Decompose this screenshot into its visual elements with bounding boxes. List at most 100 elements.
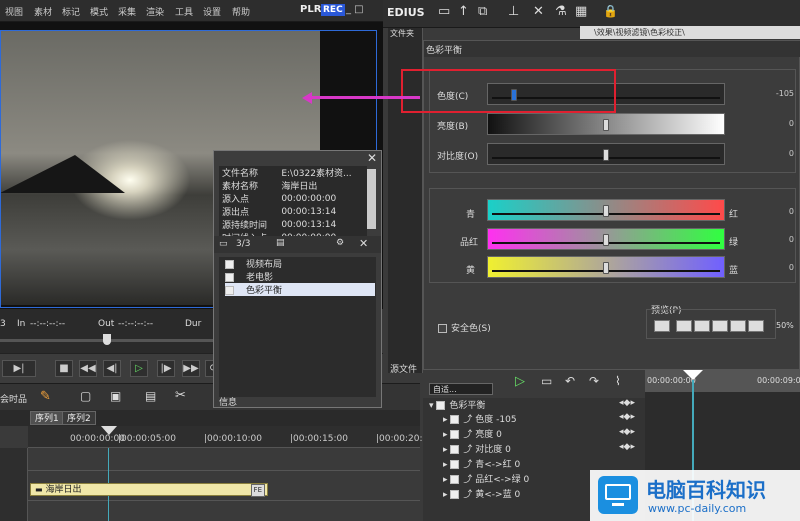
open-icon[interactable]: ▣ (110, 389, 121, 403)
folder-icon[interactable]: ▭ (438, 4, 450, 19)
up-icon[interactable]: ↑ (458, 4, 469, 19)
fx-item-color-balance[interactable]: 色彩平衡 (225, 283, 375, 296)
menu-clip[interactable]: 素材 (34, 5, 52, 18)
contrast-value[interactable]: 0 (754, 149, 794, 158)
delete-icon[interactable]: ✕ (533, 4, 544, 19)
preview-mode-button[interactable] (748, 320, 764, 332)
line-icon[interactable]: ⊥ (508, 4, 519, 19)
stop-button[interactable]: ■ (55, 360, 73, 377)
contrast-slider[interactable] (487, 143, 725, 165)
graph-icon[interactable]: ⌇ (615, 374, 621, 388)
lock-icon[interactable]: 🔒 (603, 4, 618, 18)
bin-label: 文件夹 (390, 29, 414, 38)
play-icon[interactable]: ▷ (515, 374, 525, 389)
fx-param-row[interactable]: ▸ ⤴ 对比度 0 ◂◆▸ (443, 442, 639, 457)
chroma-value[interactable]: -105 (754, 89, 794, 98)
checkbox[interactable] (438, 324, 447, 333)
step-forward-button[interactable]: |▶ (157, 360, 175, 377)
window-controls[interactable]: _ □ (346, 4, 364, 15)
fx-tree-root[interactable]: ▾ 色彩平衡 ◂◆▸ (429, 398, 639, 413)
rec-button[interactable]: REC (321, 4, 345, 16)
fx-dropdown[interactable]: 自适... (429, 383, 493, 395)
ruler-tick: 00:00:09:0 (757, 376, 800, 385)
checkbox[interactable] (450, 445, 460, 454)
preview-mode-button[interactable] (730, 320, 746, 332)
menu-mode[interactable]: 模式 (90, 5, 108, 18)
effect-icon[interactable]: ⚗ (555, 4, 567, 19)
brightness-slider[interactable] (487, 113, 725, 135)
param-name: 色度 (475, 415, 494, 425)
keyframe-nav[interactable]: ◂◆▸ (619, 398, 635, 408)
undo-icon[interactable]: ↶ (565, 374, 575, 388)
list-icon[interactable]: ▦ (575, 4, 587, 19)
cut-icon[interactable]: ✂ (175, 388, 186, 403)
menu-help[interactable]: 帮助 (232, 5, 250, 18)
info-scrollbar[interactable] (367, 169, 376, 229)
magenta-green-value[interactable]: 0 (754, 235, 794, 244)
keyframe-nav[interactable]: ◂◆▸ (619, 427, 635, 437)
link-icon[interactable]: ⚙ (336, 238, 344, 248)
effect-icon[interactable]: ✎ (40, 389, 51, 404)
fx-item-video-layout[interactable]: 视频布局 (225, 257, 375, 270)
rewind-button[interactable]: ◀◀ (79, 360, 97, 377)
source-label[interactable]: 源文件 (390, 362, 417, 375)
param-value: 0 (523, 475, 530, 485)
fx-param-row[interactable]: ▸ ⤴ 亮度 0 ◂◆▸ (443, 427, 639, 442)
redo-icon[interactable]: ↷ (589, 374, 599, 388)
tab-sequence-1[interactable]: 序列1 (30, 411, 64, 425)
cyan-red-slider[interactable] (487, 199, 725, 221)
checkbox[interactable] (225, 273, 234, 282)
checkbox[interactable] (225, 286, 234, 295)
menu-settings[interactable]: 设置 (203, 5, 221, 18)
timeline-clip[interactable]: ▬ 海岸日出 FE (30, 483, 268, 497)
playhead-marker[interactable] (101, 426, 117, 435)
preview-mode-button[interactable] (712, 320, 728, 332)
fx-item-old-film[interactable]: 老电影 (225, 270, 375, 283)
play-mode-button[interactable]: ▶| (2, 360, 36, 377)
step-back-button[interactable]: ◀| (103, 360, 121, 377)
param-name: 对比度 (475, 445, 503, 455)
watermark-title: 电脑百科知识 (646, 478, 766, 502)
yellow-blue-slider[interactable] (487, 256, 725, 278)
rock-silhouette (0, 155, 125, 193)
keyframe-nav[interactable]: ◂◆▸ (619, 412, 635, 422)
monitor-icon[interactable]: ▭ (541, 374, 552, 388)
save-icon[interactable]: ▤ (145, 389, 156, 403)
checkbox[interactable] (450, 475, 460, 484)
new-icon[interactable]: ▢ (80, 389, 91, 403)
checkbox[interactable] (436, 401, 446, 410)
menu-marker[interactable]: 标记 (62, 5, 80, 18)
checkbox[interactable] (225, 260, 234, 269)
expand-icon[interactable]: ▾ (429, 401, 436, 411)
preview-mode-button[interactable] (676, 320, 692, 332)
out-label: Out (98, 319, 115, 329)
scrub-handle[interactable] (103, 334, 111, 345)
clip-icon[interactable]: ⧉ (478, 4, 487, 19)
tab-sequence-2[interactable]: 序列2 (62, 411, 96, 425)
checkbox[interactable] (450, 415, 460, 424)
playhead-marker[interactable] (683, 370, 703, 380)
magenta-green-slider[interactable] (487, 228, 725, 250)
fx-param-row[interactable]: ▸ ⤴ 色度 -105 ◂◆▸ (443, 412, 639, 427)
cyan-red-value[interactable]: 0 (754, 207, 794, 216)
brightness-value[interactable]: 0 (754, 119, 794, 128)
checkbox[interactable] (450, 430, 460, 439)
clip-film-icon: ▬ (35, 485, 43, 494)
preview-mode-button[interactable] (694, 320, 710, 332)
keyframe-nav[interactable]: ◂◆▸ (619, 442, 635, 452)
preview-mode-button[interactable] (654, 320, 670, 332)
play-button[interactable]: ▷ (130, 360, 148, 377)
magenta-label: 品红 (460, 238, 479, 248)
menu-capture[interactable]: 采集 (118, 5, 136, 18)
checkbox[interactable] (450, 460, 460, 469)
delete-icon[interactable]: ✕ (359, 237, 368, 250)
in-value: --:--:--:-- (30, 319, 66, 329)
fast-forward-button[interactable]: ▶▶ (182, 360, 200, 377)
close-icon[interactable]: ✕ (367, 151, 377, 165)
menu-render[interactable]: 渲染 (146, 5, 164, 18)
safe-color-checkbox[interactable]: 安全色(S) (438, 321, 491, 334)
checkbox[interactable] (450, 490, 460, 499)
menu-tools[interactable]: 工具 (175, 5, 193, 18)
yellow-blue-value[interactable]: 0 (754, 263, 794, 272)
menu-view[interactable]: 视图 (5, 5, 23, 18)
